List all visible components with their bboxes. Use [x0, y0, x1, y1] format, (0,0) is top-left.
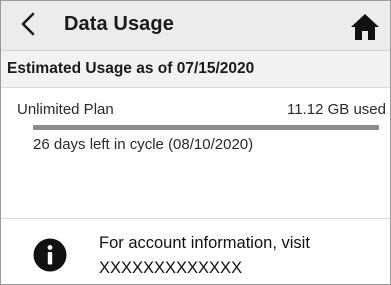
usage-progress-fill	[33, 125, 379, 130]
usage-progress-bar	[33, 125, 379, 130]
chevron-left-icon[interactable]	[19, 11, 37, 37]
info-icon	[33, 238, 67, 272]
app-header: Data Usage	[1, 1, 390, 51]
estimated-usage-label: Estimated Usage as of 07/15/2020	[7, 60, 255, 77]
section-divider	[1, 218, 390, 219]
account-info-text: For account information, visit	[99, 234, 310, 252]
data-used-value: 11.12 GB used	[287, 101, 386, 118]
page-title: Data Usage	[64, 13, 174, 35]
plan-name: Unlimited Plan	[17, 101, 114, 118]
account-info-url[interactable]: XXXXXXXXXXXXX	[99, 259, 242, 278]
days-left-text: 26 days left in cycle (08/10/2020)	[33, 136, 254, 153]
estimated-usage-bar: Estimated Usage as of 07/15/2020	[1, 51, 390, 88]
data-usage-screen: Data Usage Estimated Usage as of 07/15/2…	[0, 0, 391, 285]
home-icon[interactable]	[350, 13, 380, 41]
